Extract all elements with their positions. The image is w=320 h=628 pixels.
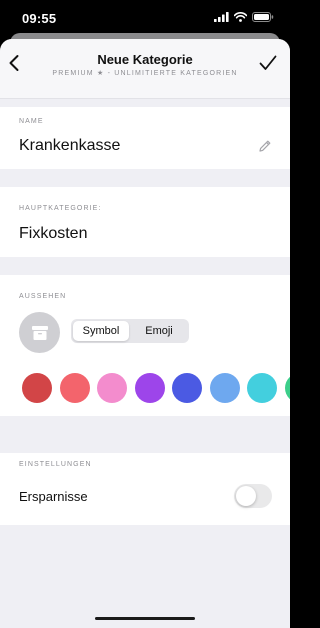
status-time: 09:55 (22, 11, 57, 26)
hauptkategorie-section[interactable]: HAUPTKATEGORIE: Fixkosten (0, 187, 290, 257)
page-title: Neue Kategorie (97, 52, 193, 67)
archive-box-icon (31, 325, 48, 340)
color-swatch[interactable] (59, 373, 90, 403)
color-swatch[interactable] (172, 373, 202, 403)
name-section: NAME Krankenkasse (0, 107, 290, 169)
wifi-icon (234, 12, 247, 22)
einstellungen-label: EINSTELLUNGEN (19, 461, 92, 468)
battery-icon (252, 12, 274, 22)
segment-symbol[interactable]: Symbol (73, 321, 129, 341)
modal-sheet: Neue Kategorie PREMIUM ★ - UNLIMITIERTE … (0, 39, 290, 628)
name-field[interactable]: Krankenkasse (19, 137, 120, 155)
color-swatch[interactable] (247, 373, 277, 403)
einstellungen-section: EINSTELLUNGEN Ersparnisse (0, 453, 290, 525)
ersparnisse-label: Ersparnisse (19, 489, 88, 504)
segment-emoji[interactable]: Emoji (131, 321, 187, 341)
appearance-segmented-control: Symbol Emoji (71, 319, 189, 343)
color-swatch[interactable] (284, 373, 290, 403)
home-indicator (95, 617, 195, 620)
save-button[interactable] (256, 51, 280, 75)
checkmark-icon (259, 55, 277, 70)
color-swatch[interactable] (209, 373, 240, 403)
aussehen-section: AUSSEHEN Symbol Emoji (0, 275, 290, 416)
aussehen-label: AUSSEHEN (19, 293, 67, 300)
toggle-knob (236, 486, 256, 506)
pencil-icon[interactable] (258, 139, 272, 153)
signal-icon (214, 12, 229, 22)
status-bar: 09:55 (0, 0, 290, 36)
status-icons (214, 12, 274, 22)
category-icon-preview[interactable] (19, 312, 60, 353)
color-swatch[interactable] (134, 373, 165, 403)
color-swatch[interactable] (97, 373, 127, 403)
hauptkategorie-value: Fixkosten (19, 225, 88, 242)
navigation-bar: Neue Kategorie PREMIUM ★ - UNLIMITIERTE … (0, 39, 290, 99)
color-swatch[interactable] (22, 373, 52, 403)
name-label: NAME (19, 118, 44, 125)
premium-subtitle: PREMIUM ★ - UNLIMITIERTE KATEGORIEN (52, 70, 238, 77)
ersparnisse-toggle[interactable] (234, 484, 272, 508)
hauptkategorie-label: HAUPTKATEGORIE: (19, 205, 102, 212)
